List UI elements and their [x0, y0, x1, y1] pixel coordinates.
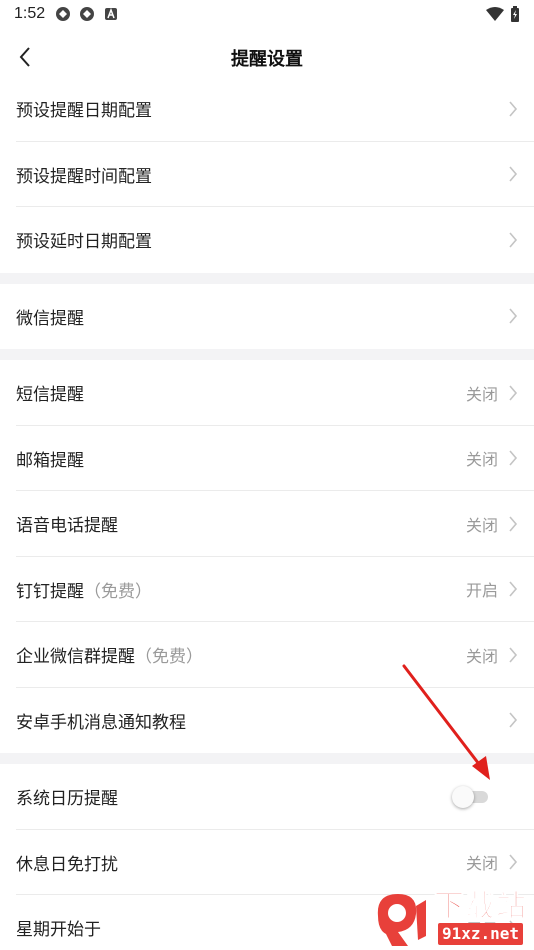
chevron-right-icon [509, 647, 518, 663]
settings-row-value: 关闭 [465, 646, 498, 666]
settings-row-value: 开启 [465, 581, 498, 601]
chevron-right-icon [509, 581, 518, 597]
settings-row[interactable]: 邮箱提醒 关闭 [0, 426, 534, 492]
settings-row[interactable]: 预设提醒日期配置 [0, 76, 534, 142]
watermark: 下载站 91xz.net [368, 886, 534, 950]
settings-row-label: 钉钉提醒（免费） [16, 581, 152, 602]
settings-row[interactable]: 微信提醒 [0, 284, 534, 350]
settings-row-value: 关闭 [465, 854, 498, 874]
settings-row[interactable]: 钉钉提醒（免费） 开启 [0, 557, 534, 623]
watermark-text: 下载站 [434, 889, 527, 924]
chevron-right-icon [509, 385, 518, 401]
settings-group: 预设提醒日期配置 预设提醒时间配置 预设延时日期配置 [0, 76, 534, 273]
free-tag: （免费） [84, 581, 152, 602]
status-time: 1:52 [14, 5, 46, 22]
chevron-right-icon [509, 101, 518, 117]
chevron-right-icon [509, 712, 518, 728]
settings-row-label: 预设延时日期配置 [16, 232, 152, 253]
app-notification-icon [80, 7, 95, 21]
settings-row-label: 星期开始于 [16, 920, 101, 941]
section-divider [0, 272, 534, 284]
settings-row[interactable]: 语音电话提醒 关闭 [0, 491, 534, 557]
settings-group: 微信提醒 [0, 283, 534, 350]
settings-group: 短信提醒 关闭 邮箱提醒 关闭 语音电话提醒 关闭 钉钉提醒（免费） 开启 企业微信群提醒（免费… [0, 360, 534, 753]
font-notification-icon [105, 7, 118, 20]
calendar-reminder-toggle[interactable] [452, 785, 490, 808]
wifi-icon [486, 7, 504, 21]
page-title: 提醒设置 [231, 49, 303, 70]
settings-row[interactable]: 企业微信群提醒（免费） 关闭 [0, 622, 534, 688]
section-divider [0, 349, 534, 360]
settings-row-label: 预设提醒日期配置 [16, 101, 152, 122]
settings-row-value: 关闭 [465, 515, 498, 535]
settings-row-label: 短信提醒 [16, 385, 84, 406]
settings-row-label: 邮箱提醒 [16, 450, 84, 471]
app-notification-icon [56, 7, 71, 21]
settings-row[interactable]: 短信提醒 关闭 [0, 360, 534, 426]
settings-row-label: 系统日历提醒 [16, 789, 118, 810]
settings-row-label: 语音电话提醒 [16, 516, 118, 537]
settings-row-label: 企业微信群提醒（免费） [16, 647, 203, 668]
settings-row-value: 关闭 [465, 450, 498, 470]
settings-list: 预设提醒日期配置 预设提醒时间配置 预设延时日期配置 微信提醒 短信提醒 关闭 邮箱提醒 关闭… [0, 76, 534, 950]
status-bar: 1:52 [0, 0, 534, 28]
settings-row-label: 预设提醒时间配置 [16, 166, 152, 187]
settings-row[interactable]: 预设延时日期配置 [0, 207, 534, 273]
free-tag: （免费） [135, 647, 203, 668]
chevron-right-icon [509, 232, 518, 248]
chevron-right-icon [509, 308, 518, 324]
back-arrow-icon[interactable] [14, 45, 38, 69]
section-divider [0, 753, 534, 764]
settings-row-label: 安卓手机消息通知教程 [16, 712, 186, 733]
watermark-url: 91xz.net [437, 923, 524, 945]
settings-row-label: 休息日免打扰 [16, 854, 118, 875]
settings-row[interactable]: 安卓手机消息通知教程 [0, 688, 534, 754]
settings-row-label: 微信提醒 [16, 308, 84, 329]
settings-row-value: 关闭 [465, 384, 498, 404]
settings-row[interactable]: 系统日历提醒 [0, 764, 534, 830]
battery-charging-icon [511, 6, 519, 22]
chevron-right-icon [509, 450, 518, 466]
settings-row[interactable]: 预设提醒时间配置 [0, 142, 534, 208]
chevron-right-icon [509, 166, 518, 182]
chevron-right-icon [509, 516, 518, 532]
chevron-right-icon [509, 854, 518, 870]
watermark-logo-icon [377, 894, 426, 946]
